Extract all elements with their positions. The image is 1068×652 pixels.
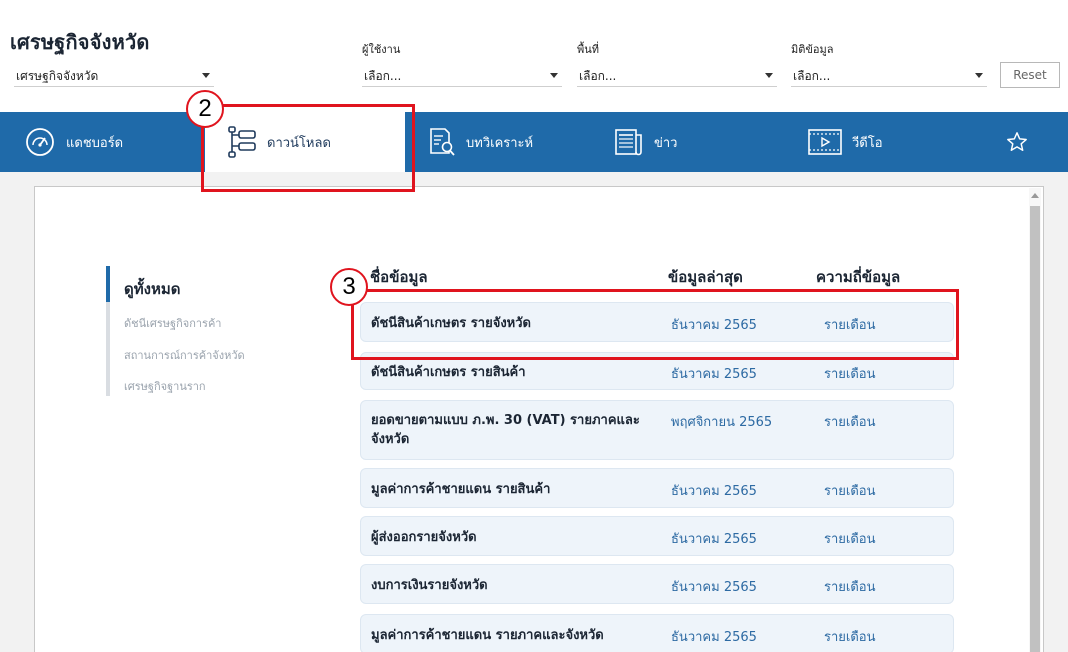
user-filter-label: ผู้ใช้งาน bbox=[362, 43, 401, 56]
user-select-value: เลือก... bbox=[364, 69, 402, 83]
row-name[interactable]: มูลค่าการค้าชายแดน รายภาคและจังหวัด bbox=[371, 626, 661, 645]
category-select[interactable]: เศรษฐกิจจังหวัด bbox=[14, 63, 214, 87]
row-name[interactable]: มูลค่าการค้าชายแดน รายสินค้า bbox=[371, 480, 661, 499]
tab-news-label: ข่าว bbox=[654, 135, 678, 151]
area-select-value: เลือก... bbox=[579, 69, 617, 83]
tab-dashboard-label: แดชบอร์ด bbox=[66, 135, 124, 151]
row-name[interactable]: ยอดขายตามแบบ ภ.พ. 30 (VAT) รายภาคและจังห… bbox=[371, 411, 661, 449]
table-row[interactable]: มูลค่าการค้าชายแดน รายสินค้า ธันวาคม 256… bbox=[360, 468, 954, 508]
tab-analysis-label: บทวิเคราะห์ bbox=[466, 135, 534, 151]
reset-button[interactable]: Reset bbox=[1000, 62, 1060, 88]
chevron-down-icon bbox=[975, 73, 983, 78]
chevron-down-icon bbox=[202, 73, 210, 78]
tab-news[interactable]: ข่าว bbox=[614, 112, 678, 172]
page-title: เศรษฐกิจจังหวัด bbox=[10, 30, 150, 54]
step-2-marker: 2 bbox=[186, 90, 224, 128]
step-2-highlight bbox=[201, 104, 415, 192]
sidebar-item-grassroots-economy[interactable]: เศรษฐกิจฐานราก bbox=[124, 377, 206, 395]
analysis-document-icon bbox=[428, 127, 456, 157]
row-latest: ธันวาคม 2565 bbox=[671, 532, 757, 547]
row-latest: ธันวาคม 2565 bbox=[671, 630, 757, 645]
row-name[interactable]: ดัชนีสินค้าเกษตร รายสินค้า bbox=[371, 363, 661, 382]
sidebar-item-all[interactable]: ดูทั้งหมด bbox=[124, 277, 180, 301]
column-header-latest: ข้อมูลล่าสุด bbox=[668, 268, 743, 286]
area-select[interactable]: เลือก... bbox=[577, 63, 777, 87]
column-header-frequency: ความถี่ข้อมูล bbox=[816, 268, 901, 286]
table-row[interactable]: ยอดขายตามแบบ ภ.พ. 30 (VAT) รายภาคและจังห… bbox=[360, 400, 954, 460]
sidebar-track bbox=[106, 302, 110, 396]
sidebar-item-provincial-trade[interactable]: สถานการณ์การค้าจังหวัด bbox=[124, 346, 245, 364]
row-frequency: รายเดือน bbox=[824, 580, 876, 595]
favorite-button[interactable] bbox=[1006, 112, 1038, 172]
row-latest: พฤศจิกายน 2565 bbox=[671, 415, 773, 430]
sidebar-item-trade-index[interactable]: ดัชนีเศรษฐกิจการค้า bbox=[124, 314, 222, 332]
chevron-down-icon bbox=[765, 73, 773, 78]
sidebar-active-indicator bbox=[106, 266, 110, 302]
table-row[interactable]: มูลค่าการค้าชายแดน รายภาคและจังหวัด ธันว… bbox=[360, 614, 954, 652]
tab-video[interactable]: วีดีโอ bbox=[808, 112, 883, 172]
row-name[interactable]: ผู้ส่งออกรายจังหวัด bbox=[371, 528, 661, 547]
main-nav: แดชบอร์ด บทวิเคราะห์ ข่าว วีดีโอ bbox=[0, 112, 1068, 172]
step-3-marker: 3 bbox=[330, 268, 368, 306]
column-header-name: ชื่อข้อมูล bbox=[370, 268, 428, 286]
dimension-select[interactable]: เลือก... bbox=[791, 63, 987, 87]
dimension-filter-label: มิติข้อมูล bbox=[791, 43, 834, 56]
row-frequency: รายเดือน bbox=[824, 484, 876, 499]
video-icon bbox=[808, 128, 842, 156]
row-latest: ธันวาคม 2565 bbox=[671, 484, 757, 499]
dimension-select-value: เลือก... bbox=[793, 69, 831, 83]
row-frequency: รายเดือน bbox=[824, 630, 876, 645]
row-frequency: รายเดือน bbox=[824, 532, 876, 547]
chevron-down-icon bbox=[550, 73, 558, 78]
scrollbar-thumb[interactable] bbox=[1030, 206, 1040, 652]
table-row[interactable]: ผู้ส่งออกรายจังหวัด ธันวาคม 2565 รายเดือ… bbox=[360, 516, 954, 556]
user-select[interactable]: เลือก... bbox=[362, 63, 562, 87]
star-icon bbox=[1006, 131, 1028, 153]
scroll-up-arrow-icon[interactable] bbox=[1031, 193, 1039, 198]
step-3-highlight bbox=[351, 289, 959, 360]
row-latest: ธันวาคม 2565 bbox=[671, 580, 757, 595]
news-icon bbox=[614, 127, 644, 157]
table-row[interactable]: งบการเงินรายจังหวัด ธันวาคม 2565 รายเดือ… bbox=[360, 564, 954, 604]
row-frequency: รายเดือน bbox=[824, 367, 876, 382]
row-latest: ธันวาคม 2565 bbox=[671, 367, 757, 382]
row-frequency: รายเดือน bbox=[824, 415, 876, 430]
category-select-value: เศรษฐกิจจังหวัด bbox=[16, 69, 99, 83]
dashboard-gauge-icon bbox=[24, 126, 56, 158]
tab-video-label: วีดีโอ bbox=[852, 135, 883, 151]
area-filter-label: พื้นที่ bbox=[577, 43, 600, 56]
row-name[interactable]: งบการเงินรายจังหวัด bbox=[371, 576, 661, 595]
tab-analysis[interactable]: บทวิเคราะห์ bbox=[428, 112, 533, 172]
tab-dashboard[interactable]: แดชบอร์ด bbox=[24, 112, 123, 172]
